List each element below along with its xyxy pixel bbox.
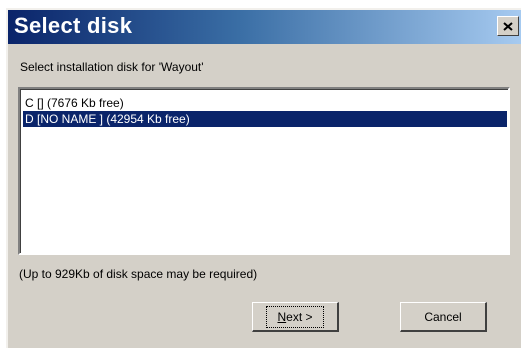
close-icon (503, 21, 513, 31)
close-button[interactable] (497, 16, 519, 36)
disk-listbox[interactable]: C [] (7676 Kb free) D [NO NAME ] (42954 … (18, 87, 510, 255)
select-disk-dialog: Select disk Select installation disk for… (6, 8, 521, 348)
disk-item-c[interactable]: C [] (7676 Kb free) (23, 95, 507, 111)
next-mnemonic: N (277, 309, 287, 324)
title-bar[interactable]: Select disk (8, 10, 521, 44)
cancel-button[interactable]: Cancel (400, 302, 487, 332)
disk-item-d[interactable]: D [NO NAME ] (42954 Kb free) (23, 111, 507, 127)
next-button[interactable]: Next > (252, 302, 339, 332)
space-required-note: (Up to 929Kb of disk space may be requir… (19, 267, 258, 281)
next-button-label: ext > (286, 309, 313, 324)
next-button-focus: Next > (266, 305, 324, 328)
disk-prompt-label: Select installation disk for 'Wayout' (20, 60, 204, 74)
window-title: Select disk (14, 13, 133, 38)
